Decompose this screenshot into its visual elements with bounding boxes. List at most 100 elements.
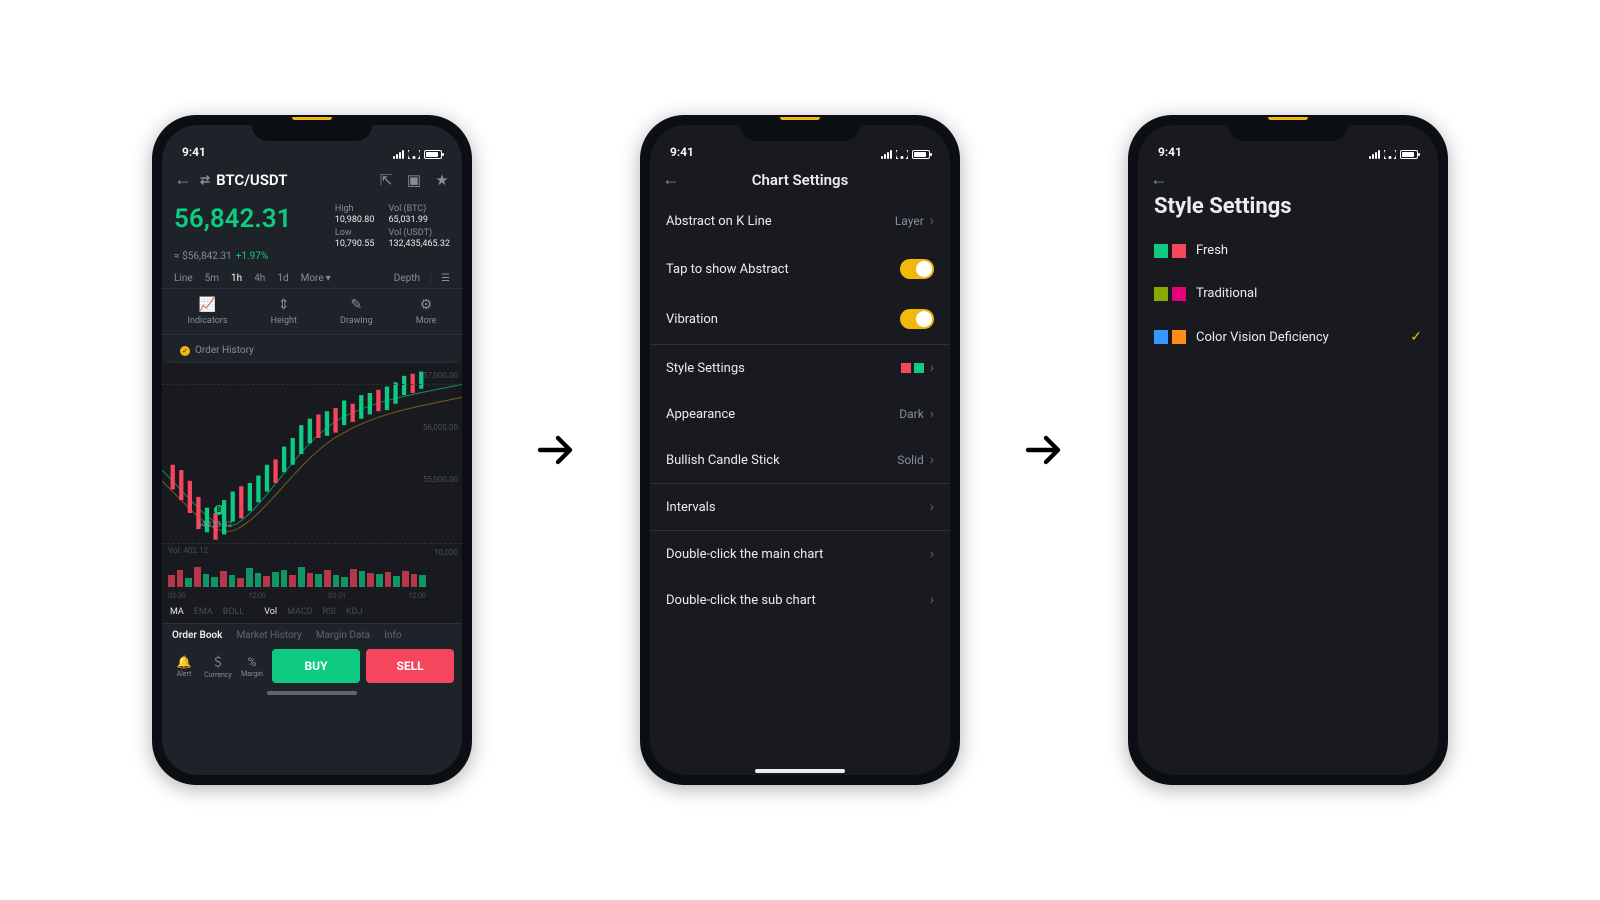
toggle-vibration[interactable] bbox=[900, 309, 934, 329]
swatches-traditional bbox=[1154, 287, 1186, 301]
x-label: 12:00 bbox=[248, 592, 265, 600]
option-label: Color Vision Deficiency bbox=[1196, 330, 1329, 345]
change-pct: +1.97% bbox=[236, 251, 269, 262]
chevron-right-icon: › bbox=[930, 546, 934, 562]
ind-rsi[interactable]: RSI bbox=[323, 607, 336, 617]
home-indicator[interactable] bbox=[267, 691, 357, 695]
ind-ema[interactable]: EMA bbox=[194, 607, 213, 617]
wifi-icon bbox=[408, 150, 420, 159]
sell-button[interactable]: SELL bbox=[366, 649, 454, 683]
chart-settings-screen: 9:41 ← Chart Settings Abstract on K Line… bbox=[650, 125, 950, 775]
ind-ma[interactable]: MA bbox=[170, 607, 184, 617]
swatch bbox=[1154, 287, 1168, 301]
tab-orderbook[interactable]: Order Book bbox=[172, 630, 222, 641]
style-option-cvd[interactable]: Color Vision Deficiency ✓ bbox=[1138, 315, 1438, 359]
settings-icon[interactable]: ☰ bbox=[441, 273, 450, 284]
indicators-icon: 📈 bbox=[199, 297, 216, 313]
tf-1d[interactable]: 1d bbox=[277, 273, 288, 284]
indicator-row: MA EMA BOLL Vol MACD RSI KDJ bbox=[162, 601, 462, 623]
status-time: 9:41 bbox=[1158, 145, 1182, 159]
row-abstract-kline[interactable]: Abstract on K Line Layer › bbox=[650, 198, 950, 244]
ind-vol[interactable]: Vol bbox=[264, 607, 277, 617]
row-doubleclick-sub[interactable]: Double-click the sub chart › bbox=[650, 577, 950, 623]
pair-title[interactable]: ⇄ BTC/USDT bbox=[200, 171, 370, 189]
separator bbox=[430, 272, 431, 284]
bell-icon: 🔔 bbox=[177, 655, 192, 669]
status-time: 9:41 bbox=[182, 145, 206, 159]
share-icon[interactable]: ⇱ bbox=[378, 172, 394, 188]
candlestick-chart[interactable]: 57,000.00 56,000.00 55,000.00 bbox=[162, 363, 462, 543]
volume-chart[interactable]: Vol: 402.12 10,000 03-30 12:00 03-31 12:… bbox=[162, 543, 462, 601]
swatch bbox=[1154, 244, 1168, 258]
row-label: Intervals bbox=[666, 500, 716, 515]
tab-margindata[interactable]: Margin Data bbox=[316, 630, 370, 641]
swatch-red bbox=[901, 363, 911, 373]
mini-margin[interactable]: %Margin bbox=[238, 655, 266, 678]
back-icon[interactable]: ← bbox=[662, 169, 680, 190]
tool-height[interactable]: ⇕Height bbox=[271, 297, 297, 326]
ind-boll[interactable]: BOLL bbox=[223, 607, 245, 617]
tf-4h[interactable]: 4h bbox=[254, 273, 265, 284]
chevron-right-icon: › bbox=[930, 406, 934, 422]
last-price: 56,842.31 bbox=[174, 204, 335, 249]
tf-more[interactable]: More▾ bbox=[301, 273, 331, 284]
chevron-right-icon: › bbox=[930, 360, 934, 376]
mini-currency[interactable]: ＄Currency bbox=[204, 653, 232, 679]
ind-macd[interactable]: MACD bbox=[287, 607, 313, 617]
tool-more[interactable]: ⚙More bbox=[416, 297, 437, 326]
star-icon[interactable]: ★ bbox=[434, 172, 450, 188]
swatches-fresh bbox=[1154, 244, 1186, 258]
row-tap-abstract[interactable]: Tap to show Abstract bbox=[650, 244, 950, 294]
stat-volusdt-label: Vol (USDT) bbox=[388, 228, 450, 238]
row-intervals[interactable]: Intervals › bbox=[650, 484, 950, 530]
tab-markethistory[interactable]: Market History bbox=[236, 630, 301, 641]
order-history-label: Order History bbox=[195, 345, 254, 356]
tool-indicators[interactable]: 📈Indicators bbox=[188, 297, 228, 326]
back-icon[interactable]: ← bbox=[174, 169, 192, 190]
tf-1h[interactable]: 1h bbox=[231, 273, 242, 284]
row-bullish-candle[interactable]: Bullish Candle Stick Solid› bbox=[650, 437, 950, 483]
mini-alert[interactable]: 🔔Alert bbox=[170, 655, 198, 678]
swatch bbox=[1154, 330, 1168, 344]
stat-low-val: 10,790.55 bbox=[335, 239, 375, 249]
stat-high-label: High bbox=[335, 204, 375, 214]
back-icon[interactable]: ← bbox=[1150, 169, 1168, 190]
ind-kdj[interactable]: KDJ bbox=[346, 607, 363, 617]
vol-label: Vol: 402.12 bbox=[168, 546, 208, 555]
battery-icon bbox=[912, 150, 930, 159]
toggle-tap-abstract[interactable] bbox=[900, 259, 934, 279]
tf-depth[interactable]: Depth bbox=[394, 273, 420, 284]
row-style-settings[interactable]: Style Settings › bbox=[650, 345, 950, 391]
phone-1-trading: 9:41 ← ⇄ BTC/USDT ⇱ ▣ ★ 56,842.31 bbox=[152, 115, 472, 785]
style-option-fresh[interactable]: Fresh bbox=[1138, 229, 1438, 272]
layers-icon[interactable]: ▣ bbox=[406, 172, 422, 188]
buy-button[interactable]: BUY bbox=[272, 649, 360, 683]
tf-line[interactable]: Line bbox=[174, 273, 193, 284]
row-label: Style Settings bbox=[666, 361, 745, 376]
chevron-right-icon: › bbox=[930, 213, 934, 229]
row-doubleclick-main[interactable]: Double-click the main chart › bbox=[650, 531, 950, 577]
row-appearance[interactable]: Appearance Dark› bbox=[650, 391, 950, 437]
header: ← bbox=[1138, 161, 1438, 194]
status-bar: 9:41 bbox=[650, 125, 950, 161]
tf-5m[interactable]: 5m bbox=[205, 273, 219, 284]
row-value: Layer bbox=[895, 214, 924, 228]
home-indicator[interactable] bbox=[755, 769, 845, 773]
earpiece bbox=[292, 115, 332, 120]
candle-svg bbox=[162, 363, 462, 543]
x-label: 03-31 bbox=[328, 592, 346, 600]
stat-low-label: Low bbox=[335, 228, 375, 238]
row-label: Abstract on K Line bbox=[666, 214, 772, 229]
status-bar: 9:41 bbox=[1138, 125, 1438, 161]
row-value: Solid bbox=[897, 453, 924, 467]
row-label: Tap to show Abstract bbox=[666, 262, 789, 277]
order-history-banner[interactable]: ✓ Order History bbox=[168, 339, 456, 363]
tab-info[interactable]: Info bbox=[384, 630, 401, 641]
style-option-traditional[interactable]: Traditional bbox=[1138, 272, 1438, 315]
row-label: Bullish Candle Stick bbox=[666, 453, 780, 468]
tool-drawing[interactable]: ✎Drawing bbox=[340, 297, 373, 326]
gear-icon: ⚙ bbox=[420, 297, 433, 313]
status-icons bbox=[1369, 150, 1418, 159]
page-title: Chart Settings bbox=[688, 171, 912, 189]
row-vibration[interactable]: Vibration bbox=[650, 294, 950, 344]
